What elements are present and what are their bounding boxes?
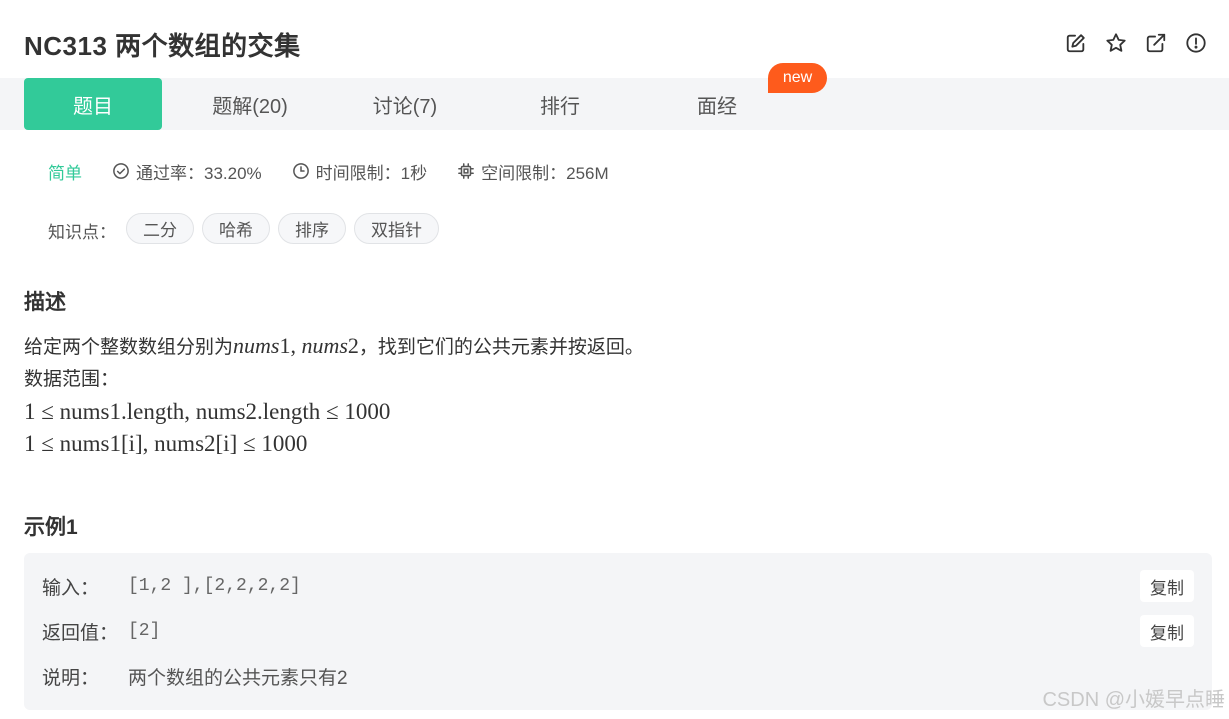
space-limit-text: 空间限制：256M <box>481 163 609 183</box>
description-body: 给定两个整数数组分别为nums1, nums2，找到它们的公共元素并按返回。 数… <box>24 330 644 460</box>
new-badge: new <box>768 63 827 93</box>
report-icon[interactable] <box>1185 32 1207 54</box>
tag-hash[interactable]: 哈希 <box>202 212 270 244</box>
tab-ranking[interactable]: 排行 <box>480 78 640 130</box>
difficulty-label: 简单 <box>48 163 82 183</box>
description-prefix: 给定两个整数数组分别为 <box>24 337 234 358</box>
title-actions <box>1065 32 1207 54</box>
example-output-row: 返回值： [2] <box>42 618 160 644</box>
tag-binary-search[interactable]: 二分 <box>126 212 194 244</box>
csdn-watermark: CSDN @小媛早点睡 <box>1042 689 1225 711</box>
explain-label: 说明： <box>42 667 100 689</box>
example-box: 输入： [1,2 ],[2,2,2,2] 复制 返回值： [2] 复制 说明： … <box>24 553 1212 710</box>
description-line: 给定两个整数数组分别为nums1, nums2，找到它们的公共元素并按返回。 <box>24 330 644 364</box>
tab-solutions[interactable]: 题解(20) <box>170 78 330 130</box>
chip-icon <box>458 163 475 179</box>
tags-label: 知识点： <box>48 222 116 242</box>
input-value: [1,2 ],[2,2,2,2] <box>128 576 301 596</box>
input-label: 输入： <box>42 577 100 599</box>
problem-meta: 简单 通过率：33.20% 时间限制：1秒 空间限制：256M <box>48 158 639 184</box>
page-title: NC313 两个数组的交集 <box>24 31 301 61</box>
external-link-icon[interactable] <box>1145 32 1167 54</box>
description-title: 描述 <box>24 291 66 314</box>
copy-output-button[interactable]: 复制 <box>1140 615 1194 647</box>
pass-rate-text: 通过率：33.20% <box>136 163 262 183</box>
range-label: 数据范围： <box>24 369 120 390</box>
tag-sort[interactable]: 排序 <box>278 212 346 244</box>
example-title: 示例1 <box>24 516 78 539</box>
time-limit: 时间限制：1秒 <box>292 159 427 184</box>
tag-two-pointers[interactable]: 双指针 <box>354 212 439 244</box>
output-value: [2] <box>128 621 161 641</box>
knowledge-tags: 知识点： 二分 哈希 排序 双指针 <box>48 212 447 244</box>
math-nums1: nums1, nums2 <box>233 333 359 358</box>
example-input-row: 输入： [1,2 ],[2,2,2,2] <box>42 573 301 599</box>
pass-rate: 通过率：33.20% <box>112 159 262 184</box>
description-suffix: ，找到它们的公共元素并按返回。 <box>358 337 644 358</box>
constraint-1: 1 ≤ nums1.length, nums2.length ≤ 1000 <box>24 399 391 424</box>
output-label: 返回值： <box>42 622 119 644</box>
edit-icon[interactable] <box>1065 32 1087 54</box>
space-limit: 空间限制：256M <box>457 159 609 184</box>
tab-discussion[interactable]: 讨论(7) <box>325 78 485 130</box>
constraint-2: 1 ≤ nums1[i], nums2[i] ≤ 1000 <box>24 431 308 456</box>
explain-value: 两个数组的公共元素只有2 <box>128 667 348 689</box>
problem-header: NC313 两个数组的交集 <box>0 0 1229 78</box>
star-icon[interactable] <box>1105 32 1127 54</box>
tab-bar: 题目 题解(20) 讨论(7) 排行 面经 <box>0 78 1229 130</box>
tab-problem[interactable]: 题目 <box>24 78 162 130</box>
check-circle-icon <box>113 163 129 179</box>
copy-input-button[interactable]: 复制 <box>1140 570 1194 602</box>
clock-icon <box>292 163 309 179</box>
example-explain-row: 说明： 两个数组的公共元素只有2 <box>42 663 348 689</box>
time-limit-text: 时间限制：1秒 <box>315 163 428 183</box>
